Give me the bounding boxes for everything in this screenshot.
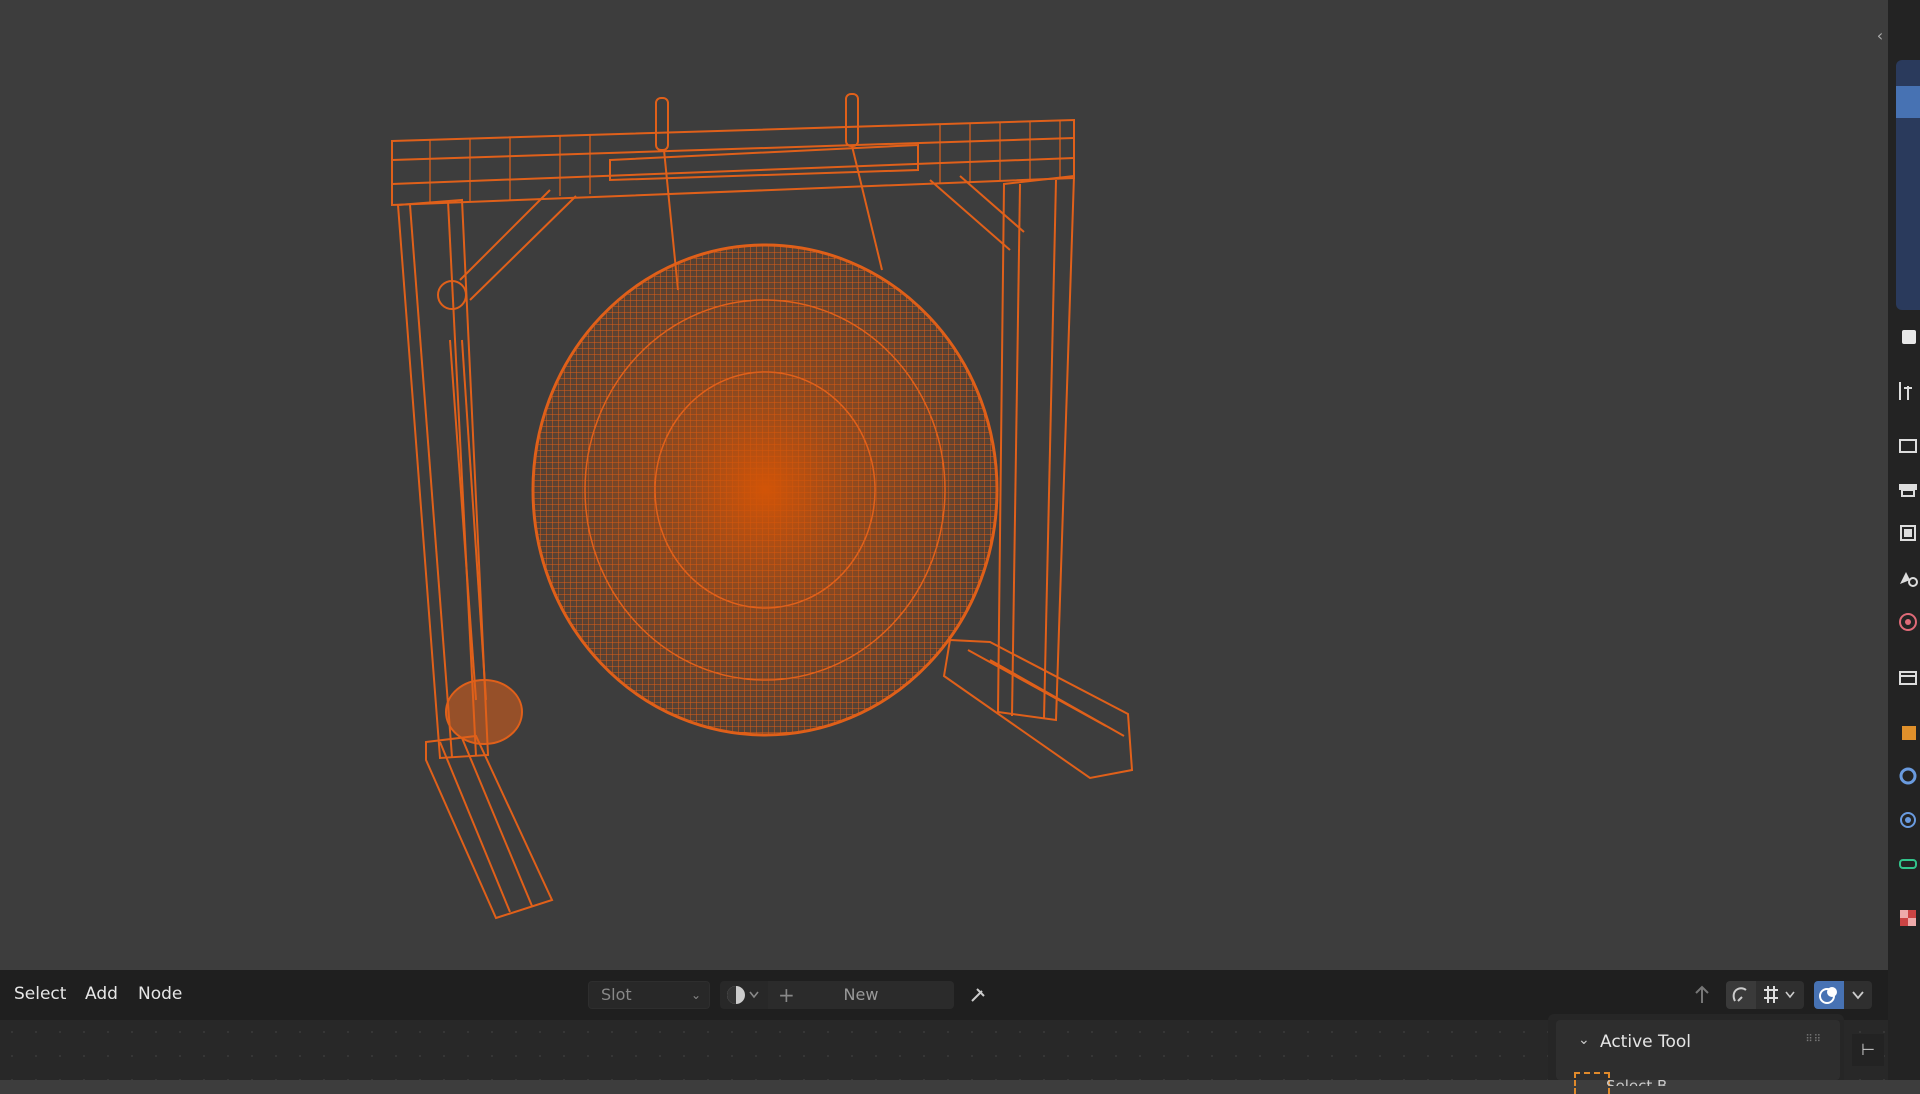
particles-icon[interactable] <box>1894 806 1920 832</box>
active-tab-indicator <box>1896 60 1920 310</box>
tool-settings-icon[interactable] <box>1894 378 1920 404</box>
scene-icon[interactable] <box>1894 564 1920 590</box>
overlays-dropdown-icon[interactable] <box>1844 981 1872 1009</box>
active-tool-name: Select B <box>1606 1077 1668 1086</box>
box-select-icon[interactable] <box>1574 1072 1610 1094</box>
material-browse-button[interactable] <box>720 981 768 1009</box>
physics-icon[interactable] <box>1894 850 1920 876</box>
output-icon[interactable] <box>1894 476 1920 502</box>
material-sphere-icon <box>727 986 759 1004</box>
pin-icon[interactable] <box>964 981 992 1009</box>
render-icon[interactable] <box>1894 432 1920 458</box>
menu-node[interactable]: Node <box>138 984 182 1004</box>
3d-viewport[interactable]: ‹ <box>0 0 1888 970</box>
snap-toggle-icon[interactable] <box>1726 981 1756 1009</box>
drag-grip-icon[interactable]: ⠿⠿ <box>1805 1034 1822 1045</box>
menu-add[interactable]: Add <box>85 984 118 1004</box>
gong-wireframe <box>391 93 1134 920</box>
world-icon[interactable] <box>1894 608 1920 634</box>
chevron-down-icon[interactable]: ⌄ <box>1578 1032 1590 1048</box>
overlays-toggle-icon[interactable] <box>1814 981 1844 1009</box>
new-label: New <box>843 985 879 1004</box>
new-material-button[interactable]: + New <box>768 981 954 1009</box>
chevron-down-icon: ⌄ <box>690 988 701 1002</box>
parent-node-icon[interactable] <box>1688 981 1716 1009</box>
tool-tab-icon[interactable] <box>1894 324 1920 350</box>
active-tool-title[interactable]: Active Tool <box>1600 1032 1691 1052</box>
active-tool-panel: ⌄ Active Tool ⠿⠿ Select B <box>1548 1014 1844 1094</box>
slot-label: Slot <box>601 985 632 1004</box>
snap-increment-dropdown[interactable] <box>1756 981 1804 1009</box>
collection-icon[interactable] <box>1894 664 1920 690</box>
menu-select[interactable]: Select <box>14 984 66 1004</box>
texture-icon[interactable] <box>1894 904 1920 930</box>
sidebar-toggle-icon[interactable]: ⊢ <box>1852 1034 1884 1066</box>
properties-tab-strip <box>1888 0 1920 1080</box>
view-layer-icon[interactable] <box>1894 520 1920 546</box>
object-icon[interactable] <box>1894 718 1920 744</box>
slot-dropdown[interactable]: Slot ⌄ <box>588 981 710 1009</box>
collapse-arrow-icon[interactable]: ‹ <box>1872 24 1888 48</box>
modifier-icon[interactable] <box>1894 762 1920 788</box>
